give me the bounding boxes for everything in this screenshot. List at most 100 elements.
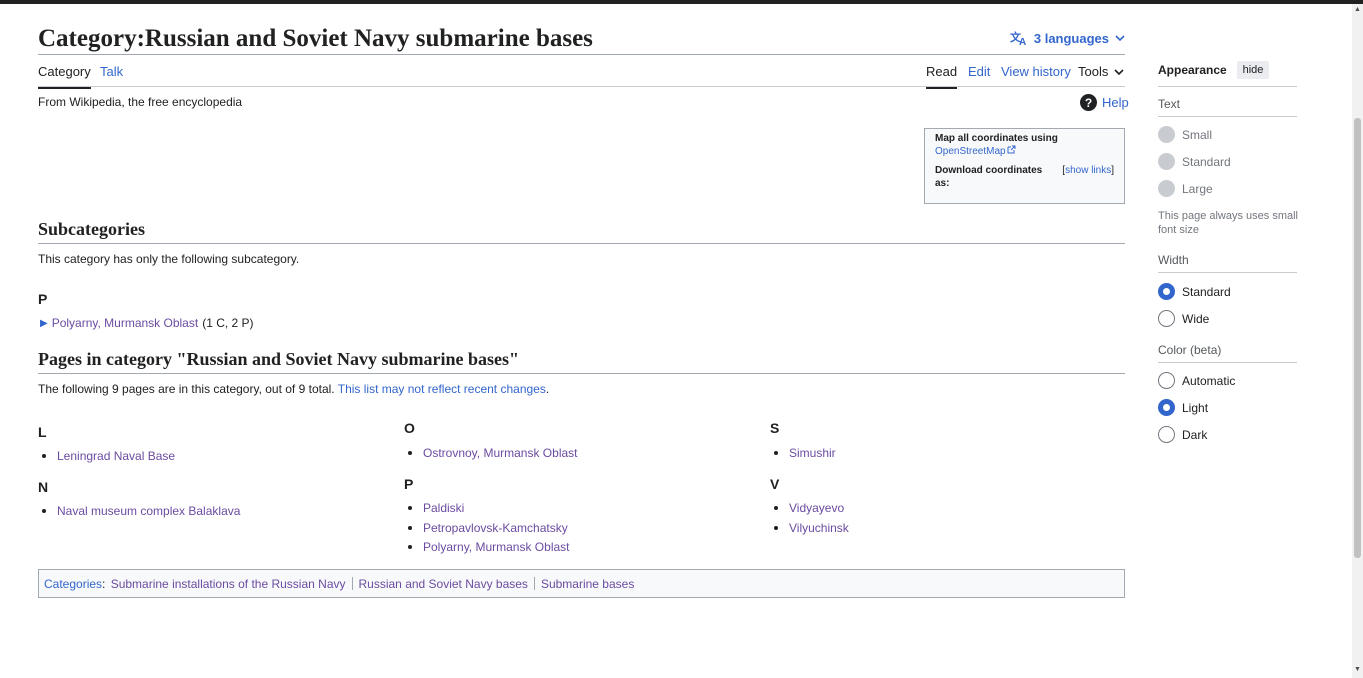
languages-label: 3 languages: [1033, 30, 1109, 46]
option-label: Light: [1182, 400, 1209, 415]
divider: [1158, 272, 1297, 273]
text-size-large-option: Large: [1158, 180, 1213, 197]
list-item: Paldiski: [408, 501, 464, 515]
option-label: Small: [1182, 127, 1213, 142]
recent-changes-link[interactable]: This list may not reflect recent changes: [338, 382, 546, 396]
page-link[interactable]: Simushir: [789, 446, 836, 460]
subcategory-item: ▶ Polyarny, Murmansk Oblast (1 C, 2 P): [40, 316, 254, 330]
tab-talk[interactable]: Talk: [100, 64, 123, 80]
page-link[interactable]: Petropavlovsk-Kamchatsky: [423, 521, 568, 535]
list-item: Leningrad Naval Base: [42, 449, 175, 463]
category-link[interactable]: Russian and Soviet Navy bases: [359, 577, 528, 591]
subcategory-count: (1 C, 2 P): [202, 316, 254, 330]
page-scrollbar[interactable]: ▲ ▼: [1352, 4, 1363, 678]
page-link[interactable]: Ostrovnoy, Murmansk Oblast: [423, 446, 578, 460]
subcategories-description: This category has only the following sub…: [38, 252, 300, 266]
option-label: Standard: [1182, 154, 1231, 169]
group-letter: O: [404, 420, 415, 436]
title-row: Category:Russian and Soviet Navy submari…: [38, 22, 1125, 55]
pages-description-text: The following 9 pages are in this catego…: [38, 382, 335, 396]
tab-category[interactable]: Category: [38, 64, 91, 89]
page-link[interactable]: Naval museum complex Balaklava: [57, 504, 240, 518]
translate-icon: 文A: [1010, 30, 1028, 46]
group-letter: V: [770, 476, 780, 492]
tools-menu[interactable]: Tools: [1078, 64, 1124, 80]
show-links-link[interactable]: show links: [1065, 165, 1111, 176]
radio-icon: [1158, 180, 1175, 197]
divider: [1158, 86, 1297, 87]
openstreetmap-link[interactable]: OpenStreetMap: [935, 145, 1006, 158]
divider: [1158, 116, 1297, 117]
page-link[interactable]: Vilyuchinsk: [789, 521, 849, 535]
width-standard-option[interactable]: Standard: [1158, 283, 1231, 300]
option-label: Wide: [1182, 311, 1210, 326]
page-link[interactable]: Leningrad Naval Base: [57, 449, 175, 463]
subcategory-letter: P: [38, 291, 48, 307]
list-item: Simushir: [774, 446, 836, 460]
list-item: Naval museum complex Balaklava: [42, 504, 240, 518]
list-item: Polyarny, Murmansk Oblast: [408, 540, 570, 554]
languages-button[interactable]: 文A 3 languages: [1010, 30, 1125, 46]
divider: [1158, 362, 1297, 363]
help-icon: ?: [1080, 94, 1097, 111]
help-link[interactable]: ? Help: [1080, 94, 1129, 111]
page-link[interactable]: Polyarny, Murmansk Oblast: [423, 540, 570, 554]
catlinks-box: Categories: Submarine installations of t…: [38, 569, 1125, 598]
external-link-icon: [1007, 145, 1016, 158]
category-link[interactable]: Submarine installations of the Russian N…: [111, 577, 346, 591]
scroll-down-icon[interactable]: ▼: [1354, 666, 1361, 673]
width-wide-option[interactable]: Wide: [1158, 310, 1209, 327]
color-dark-option[interactable]: Dark: [1158, 426, 1207, 443]
map-coordinates-label: Map all coordinates using: [935, 133, 1058, 144]
list-item: Vidyayevo: [774, 501, 844, 515]
page-title: Category:Russian and Soviet Navy submari…: [38, 25, 593, 52]
option-label: Dark: [1182, 427, 1208, 442]
subcategory-link[interactable]: Polyarny, Murmansk Oblast: [52, 316, 199, 330]
option-label: Standard: [1182, 284, 1231, 299]
appearance-title: Appearance: [1158, 63, 1227, 77]
option-label: Automatic: [1182, 373, 1236, 388]
radio-icon: [1158, 153, 1175, 170]
radio-icon[interactable]: [1158, 426, 1175, 443]
pages-heading: Pages in category "Russian and Soviet Na…: [38, 348, 1125, 374]
pages-description: The following 9 pages are in this catego…: [38, 382, 550, 396]
category-link[interactable]: Submarine bases: [541, 577, 634, 591]
scroll-up-icon[interactable]: ▲: [1354, 6, 1361, 13]
group-letter: L: [38, 424, 47, 440]
tab-view-history[interactable]: View history: [1001, 64, 1071, 80]
radio-icon[interactable]: [1158, 310, 1175, 327]
scrollbar-thumb[interactable]: [1354, 118, 1361, 558]
radio-selected-icon[interactable]: [1158, 399, 1175, 416]
text-size-note: This page always uses small font size: [1158, 210, 1299, 236]
tools-label: Tools: [1078, 64, 1109, 79]
expand-triangle-icon[interactable]: ▶: [40, 318, 48, 329]
option-label: Large: [1182, 181, 1213, 196]
page-link[interactable]: Vidyayevo: [789, 501, 844, 515]
top-bar: [0, 0, 1363, 4]
appearance-hide-button[interactable]: hide: [1237, 61, 1269, 79]
radio-icon[interactable]: [1158, 372, 1175, 389]
list-item: Vilyuchinsk: [774, 521, 849, 535]
list-item: Petropavlovsk-Kamchatsky: [408, 521, 568, 535]
text-size-small-option: Small: [1158, 126, 1212, 143]
text-size-standard-option: Standard: [1158, 153, 1231, 170]
chevron-down-icon: [1114, 64, 1124, 80]
chevron-down-icon: [1115, 34, 1125, 42]
help-label: Help: [1102, 95, 1129, 110]
separator: [533, 577, 535, 590]
group-letter: S: [770, 420, 780, 436]
color-light-option[interactable]: Light: [1158, 399, 1208, 416]
page-link[interactable]: Paldiski: [423, 501, 464, 515]
tab-read[interactable]: Read: [926, 64, 958, 89]
radio-selected-icon[interactable]: [1158, 283, 1175, 300]
page-tabs: Category Talk Read Edit View history Too…: [38, 55, 1125, 89]
subcategories-heading: Subcategories: [38, 218, 1125, 244]
categories-link[interactable]: Categories: [44, 577, 102, 591]
separator: [351, 577, 353, 590]
text-size-label: Text: [1158, 97, 1181, 111]
svg-text:A: A: [1019, 37, 1026, 46]
tab-edit[interactable]: Edit: [968, 64, 990, 80]
color-automatic-option[interactable]: Automatic: [1158, 372, 1235, 389]
color-label: Color (beta): [1158, 343, 1222, 357]
group-letter: N: [38, 479, 49, 495]
